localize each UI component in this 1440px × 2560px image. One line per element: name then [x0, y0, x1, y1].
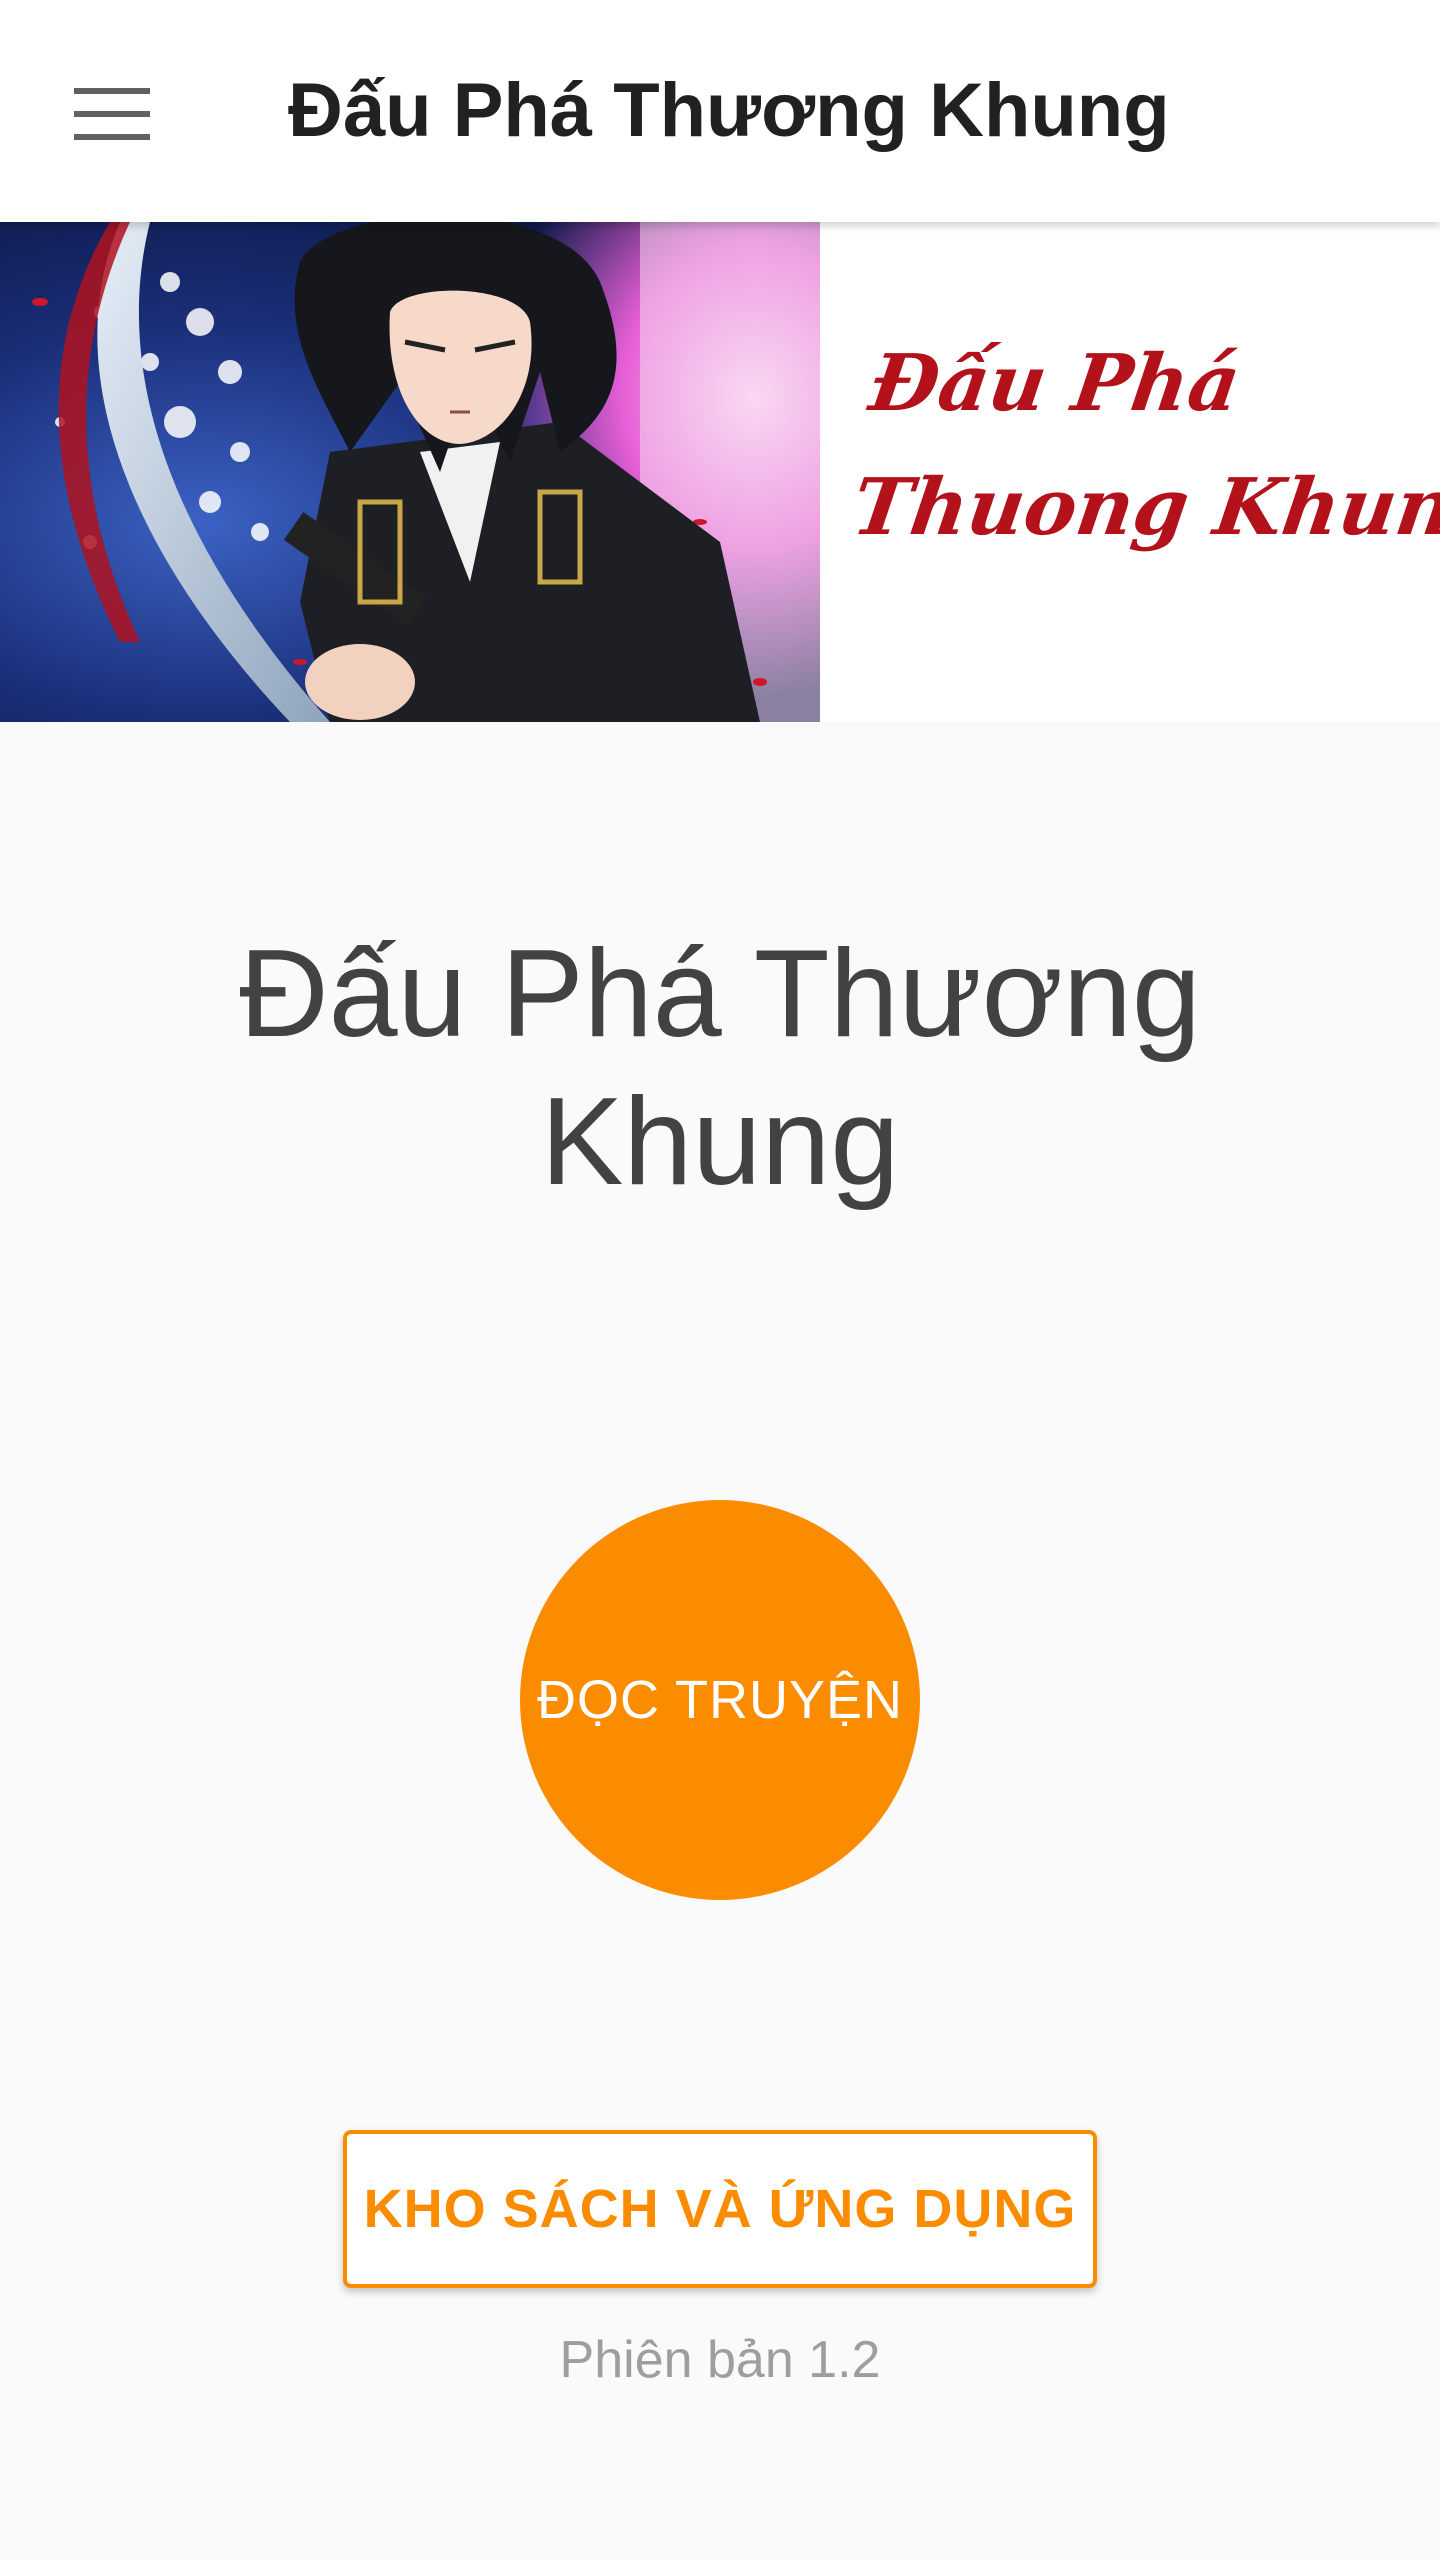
banner-artwork [0, 222, 820, 722]
book-store-apps-button[interactable]: KHO SÁCH VÀ ỨNG DỤNG [343, 2130, 1097, 2288]
app-bar-title: Đấu Phá Thương Khung [288, 68, 1170, 153]
banner-caption-line-1: Đấu Phá [864, 338, 1246, 429]
banner-caption-line-2: Thuong Khung [846, 462, 1440, 553]
story-title: Đấu Phá Thương Khung [239, 925, 1201, 1211]
app-bar: Đấu Phá Thương Khung [0, 0, 1440, 222]
menu-icon [74, 86, 150, 142]
banner-caption: Đấu Phá Thuong Khung [845, 322, 1440, 570]
menu-button[interactable] [52, 66, 172, 162]
read-story-button[interactable]: ĐỌC TRUYỆN [520, 1500, 920, 1900]
header-banner: Đấu Phá Thuong Khung [0, 222, 1440, 722]
version-label: Phiên bản 1.2 [559, 2331, 881, 2389]
